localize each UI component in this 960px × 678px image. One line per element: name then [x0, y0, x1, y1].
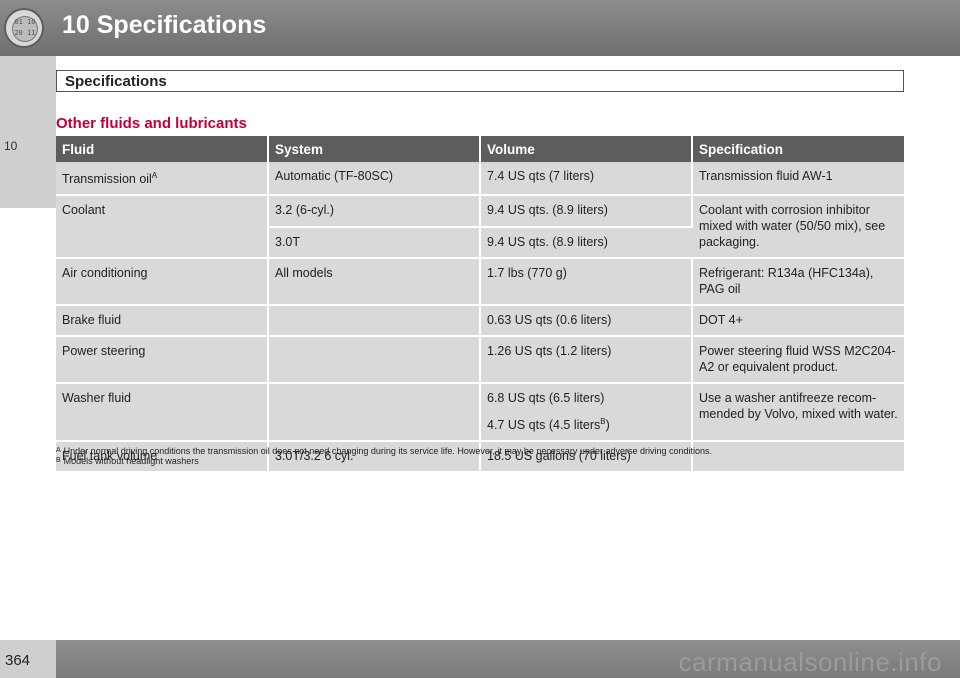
- column-header-specification: Specification: [692, 136, 904, 162]
- spec-cell: Refrigerant: R134a (HFC134a), PAG oil: [692, 258, 904, 307]
- spec-cell: DOT 4+: [692, 305, 904, 338]
- system-cell: [268, 383, 481, 443]
- badge-text: 01 10 20 11: [12, 16, 38, 42]
- system-cell: Automatic (TF-80SC): [268, 162, 481, 197]
- table-row: Power steering 1.26 US qts (1.2 liters) …: [56, 336, 904, 385]
- page-number: 364: [5, 652, 31, 669]
- chapter-title: 10 Specifications: [62, 11, 267, 39]
- system-cell: [268, 336, 481, 385]
- system-cell: 3.2 (6-cyl.): [268, 195, 481, 228]
- volume-cell: 0.63 US qts (0.6 liters): [480, 305, 693, 338]
- column-header-system: System: [268, 136, 481, 162]
- fluid-cell: Power steering: [56, 336, 269, 385]
- table-header-row: Fluid System Volume Specification: [56, 136, 904, 162]
- volume-line-1: 6.8 US qts (6.5 liters): [487, 391, 605, 406]
- footnote-b: B Models without headlight washers: [56, 456, 199, 466]
- volume-cell: 1.7 lbs (770 g): [480, 258, 693, 307]
- chapter-side-tab: 10: [0, 56, 56, 208]
- chapter-badge-icon: 01 10 20 11: [4, 8, 44, 48]
- fluid-cell: Brake fluid: [56, 305, 269, 338]
- section-title-box: Specifications: [56, 70, 904, 92]
- table-row: Washer fluid 6.8 US qts (6.5 liters) 4.7…: [56, 383, 904, 443]
- volume-cell: 9.4 US qts. (8.9 liters): [480, 195, 693, 228]
- section-title: Specifications: [65, 73, 167, 90]
- volume-line-2: 4.7 US qts (4.5 litersB): [487, 417, 610, 433]
- column-header-fluid: Fluid: [56, 136, 269, 162]
- fluid-cell: Transmission oilA: [56, 162, 269, 197]
- volume-cell: 7.4 US qts (7 liters): [480, 162, 693, 197]
- volume-cell: 9.4 US qts. (8.9 liters): [480, 226, 692, 260]
- chapter-number: 10: [4, 139, 18, 153]
- watermark: carmanualsonline.info: [678, 647, 942, 677]
- footnote-a: A Under normal driving conditions the tra…: [56, 446, 713, 456]
- volume-cell: 6.8 US qts (6.5 liters) 4.7 US qts (4.5 …: [480, 383, 693, 443]
- fluid-cell: Coolant: [56, 195, 269, 260]
- fluid-cell: Air conditioning: [56, 258, 269, 307]
- system-cell: All models: [268, 258, 481, 307]
- chapter-header: 01 10 20 11 10 Specifications: [0, 0, 960, 56]
- footnotes: A Under normal driving conditions the tra…: [56, 446, 904, 466]
- volume-cell: 1.26 US qts (1.2 liters): [480, 336, 693, 385]
- page-footer: 364 carmanualsonline.info: [0, 640, 960, 678]
- table-row: Coolant 3.2 (6-cyl.) 9.4 US qts. (8.9 li…: [56, 195, 904, 260]
- page-number-box: 364: [0, 640, 56, 678]
- footnote-ref-a: A: [151, 171, 158, 180]
- system-cell: 3.0T: [268, 226, 481, 260]
- system-cell: [268, 305, 481, 338]
- fluids-table: Fluid System Volume Specification Transm…: [56, 136, 904, 474]
- table-row: Air conditioning All models 1.7 lbs (770…: [56, 258, 904, 307]
- spec-cell: Coolant with corrosion inhibitor mixed w…: [692, 195, 904, 260]
- column-header-volume: Volume: [480, 136, 693, 162]
- table-heading: Other fluids and lubricants: [56, 115, 247, 132]
- spec-cell: Power steering fluid WSS M2C204-A2 or eq…: [692, 336, 904, 385]
- table-row: Brake fluid 0.63 US qts (0.6 liters) DOT…: [56, 305, 904, 338]
- spec-cell: Use a washer antifreeze recom-mended by …: [692, 383, 904, 443]
- table-row: Transmission oilA Automatic (TF-80SC) 7.…: [56, 162, 904, 197]
- fluid-cell: Washer fluid: [56, 383, 269, 443]
- spec-cell: Transmission fluid AW-1: [692, 162, 904, 197]
